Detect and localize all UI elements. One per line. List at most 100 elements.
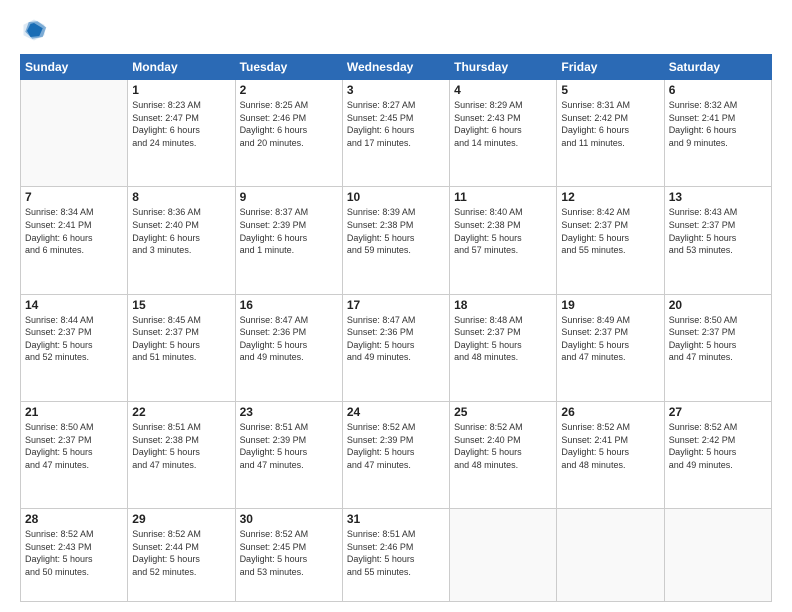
cell-content: Sunrise: 8:52 AM Sunset: 2:44 PM Dayligh… — [132, 528, 230, 578]
calendar-cell: 31 Sunrise: 8:51 AM Sunset: 2:46 PM Dayli… — [342, 509, 449, 602]
cell-content: Sunrise: 8:31 AM Sunset: 2:42 PM Dayligh… — [561, 99, 659, 149]
cell-content: Sunrise: 8:39 AM Sunset: 2:38 PM Dayligh… — [347, 206, 445, 256]
day-number: 8 — [132, 190, 230, 204]
calendar-cell: 13Sunrise: 8:43 AM Sunset: 2:37 PM Dayli… — [664, 187, 771, 294]
cell-content: Sunrise: 8:51 AM Sunset: 2:39 PM Dayligh… — [240, 421, 338, 471]
cell-content: Sunrise: 8:51 AM Sunset: 2:46 PM Dayligh… — [347, 528, 445, 578]
calendar-header-saturday: Saturday — [664, 55, 771, 80]
day-number: 18 — [454, 298, 552, 312]
calendar-cell: 20 Sunrise: 8:50 AM Sunset: 2:37 PM Dayli… — [664, 294, 771, 401]
cell-content: Sunrise: 8:52 AM Sunset: 2:39 PM Dayligh… — [347, 421, 445, 471]
cell-content: Sunrise: 8:50 AM Sunset: 2:37 PM Dayligh… — [25, 421, 123, 471]
day-number: 11 — [454, 190, 552, 204]
day-number: 6 — [669, 83, 767, 97]
calendar-cell: 25Sunrise: 8:52 AM Sunset: 2:40 PM Dayli… — [450, 401, 557, 508]
calendar-cell: 5 Sunrise: 8:31 AM Sunset: 2:42 PM Daylig… — [557, 80, 664, 187]
calendar-week-row: 1 Sunrise: 8:23 AM Sunset: 2:47 PM Daylig… — [21, 80, 772, 187]
calendar-cell: 7 Sunrise: 8:34 AM Sunset: 2:41 PM Daylig… — [21, 187, 128, 294]
logo-icon — [20, 16, 48, 44]
day-number: 31 — [347, 512, 445, 526]
cell-content: Sunrise: 8:52 AM Sunset: 2:43 PM Dayligh… — [25, 528, 123, 578]
calendar-cell: 24 Sunrise: 8:52 AM Sunset: 2:39 PM Dayli… — [342, 401, 449, 508]
calendar-header-sunday: Sunday — [21, 55, 128, 80]
calendar-cell — [557, 509, 664, 602]
calendar-header-wednesday: Wednesday — [342, 55, 449, 80]
day-number: 23 — [240, 405, 338, 419]
day-number: 13 — [669, 190, 767, 204]
calendar-cell: 29 Sunrise: 8:52 AM Sunset: 2:44 PM Dayli… — [128, 509, 235, 602]
logo — [20, 16, 52, 44]
day-number: 20 — [669, 298, 767, 312]
cell-content: Sunrise: 8:25 AM Sunset: 2:46 PM Dayligh… — [240, 99, 338, 149]
calendar-cell: 21Sunrise: 8:50 AM Sunset: 2:37 PM Dayli… — [21, 401, 128, 508]
calendar: SundayMondayTuesdayWednesdayThursdayFrid… — [20, 54, 772, 602]
cell-content: Sunrise: 8:51 AM Sunset: 2:38 PM Dayligh… — [132, 421, 230, 471]
cell-content: Sunrise: 8:40 AM Sunset: 2:38 PM Dayligh… — [454, 206, 552, 256]
day-number: 16 — [240, 298, 338, 312]
calendar-cell: 2 Sunrise: 8:25 AM Sunset: 2:46 PM Daylig… — [235, 80, 342, 187]
calendar-cell: 30 Sunrise: 8:52 AM Sunset: 2:45 PM Dayli… — [235, 509, 342, 602]
day-number: 12 — [561, 190, 659, 204]
calendar-cell: 6Sunrise: 8:32 AM Sunset: 2:41 PM Daylig… — [664, 80, 771, 187]
calendar-cell: 1 Sunrise: 8:23 AM Sunset: 2:47 PM Daylig… — [128, 80, 235, 187]
day-number: 25 — [454, 405, 552, 419]
calendar-header-monday: Monday — [128, 55, 235, 80]
calendar-cell: 15 Sunrise: 8:45 AM Sunset: 2:37 PM Dayli… — [128, 294, 235, 401]
calendar-cell: 28 Sunrise: 8:52 AM Sunset: 2:43 PM Dayli… — [21, 509, 128, 602]
cell-content: Sunrise: 8:48 AM Sunset: 2:37 PM Dayligh… — [454, 314, 552, 364]
calendar-header-row: SundayMondayTuesdayWednesdayThursdayFrid… — [21, 55, 772, 80]
day-number: 26 — [561, 405, 659, 419]
day-number: 14 — [25, 298, 123, 312]
cell-content: Sunrise: 8:52 AM Sunset: 2:42 PM Dayligh… — [669, 421, 767, 471]
calendar-header-tuesday: Tuesday — [235, 55, 342, 80]
calendar-cell: 14 Sunrise: 8:44 AM Sunset: 2:37 PM Dayli… — [21, 294, 128, 401]
page: SundayMondayTuesdayWednesdayThursdayFrid… — [0, 0, 792, 612]
cell-content: Sunrise: 8:34 AM Sunset: 2:41 PM Dayligh… — [25, 206, 123, 256]
calendar-cell: 9Sunrise: 8:37 AM Sunset: 2:39 PM Daylig… — [235, 187, 342, 294]
day-number: 15 — [132, 298, 230, 312]
calendar-cell: 27 Sunrise: 8:52 AM Sunset: 2:42 PM Dayli… — [664, 401, 771, 508]
cell-content: Sunrise: 8:49 AM Sunset: 2:37 PM Dayligh… — [561, 314, 659, 364]
day-number: 10 — [347, 190, 445, 204]
calendar-cell: 22 Sunrise: 8:51 AM Sunset: 2:38 PM Dayli… — [128, 401, 235, 508]
cell-content: Sunrise: 8:52 AM Sunset: 2:45 PM Dayligh… — [240, 528, 338, 578]
calendar-cell: 18 Sunrise: 8:48 AM Sunset: 2:37 PM Dayli… — [450, 294, 557, 401]
cell-content: Sunrise: 8:37 AM Sunset: 2:39 PM Dayligh… — [240, 206, 338, 256]
calendar-cell: 17Sunrise: 8:47 AM Sunset: 2:36 PM Dayli… — [342, 294, 449, 401]
day-number: 3 — [347, 83, 445, 97]
day-number: 27 — [669, 405, 767, 419]
cell-content: Sunrise: 8:45 AM Sunset: 2:37 PM Dayligh… — [132, 314, 230, 364]
cell-content: Sunrise: 8:52 AM Sunset: 2:41 PM Dayligh… — [561, 421, 659, 471]
cell-content: Sunrise: 8:47 AM Sunset: 2:36 PM Dayligh… — [240, 314, 338, 364]
calendar-week-row: 14 Sunrise: 8:44 AM Sunset: 2:37 PM Dayli… — [21, 294, 772, 401]
cell-content: Sunrise: 8:27 AM Sunset: 2:45 PM Dayligh… — [347, 99, 445, 149]
calendar-cell: 4 Sunrise: 8:29 AM Sunset: 2:43 PM Daylig… — [450, 80, 557, 187]
calendar-cell — [21, 80, 128, 187]
calendar-cell: 16 Sunrise: 8:47 AM Sunset: 2:36 PM Dayli… — [235, 294, 342, 401]
calendar-cell — [664, 509, 771, 602]
day-number: 22 — [132, 405, 230, 419]
calendar-cell: 23 Sunrise: 8:51 AM Sunset: 2:39 PM Dayli… — [235, 401, 342, 508]
cell-content: Sunrise: 8:23 AM Sunset: 2:47 PM Dayligh… — [132, 99, 230, 149]
day-number: 1 — [132, 83, 230, 97]
calendar-cell: 19Sunrise: 8:49 AM Sunset: 2:37 PM Dayli… — [557, 294, 664, 401]
day-number: 29 — [132, 512, 230, 526]
cell-content: Sunrise: 8:50 AM Sunset: 2:37 PM Dayligh… — [669, 314, 767, 364]
day-number: 30 — [240, 512, 338, 526]
calendar-cell — [450, 509, 557, 602]
day-number: 4 — [454, 83, 552, 97]
cell-content: Sunrise: 8:47 AM Sunset: 2:36 PM Dayligh… — [347, 314, 445, 364]
day-number: 28 — [25, 512, 123, 526]
calendar-cell: 10 Sunrise: 8:39 AM Sunset: 2:38 PM Dayli… — [342, 187, 449, 294]
cell-content: Sunrise: 8:44 AM Sunset: 2:37 PM Dayligh… — [25, 314, 123, 364]
day-number: 7 — [25, 190, 123, 204]
header — [20, 16, 772, 44]
day-number: 24 — [347, 405, 445, 419]
calendar-cell: 12Sunrise: 8:42 AM Sunset: 2:37 PM Dayli… — [557, 187, 664, 294]
cell-content: Sunrise: 8:29 AM Sunset: 2:43 PM Dayligh… — [454, 99, 552, 149]
calendar-week-row: 28 Sunrise: 8:52 AM Sunset: 2:43 PM Dayli… — [21, 509, 772, 602]
day-number: 5 — [561, 83, 659, 97]
calendar-header-friday: Friday — [557, 55, 664, 80]
day-number: 2 — [240, 83, 338, 97]
calendar-cell: 26 Sunrise: 8:52 AM Sunset: 2:41 PM Dayli… — [557, 401, 664, 508]
